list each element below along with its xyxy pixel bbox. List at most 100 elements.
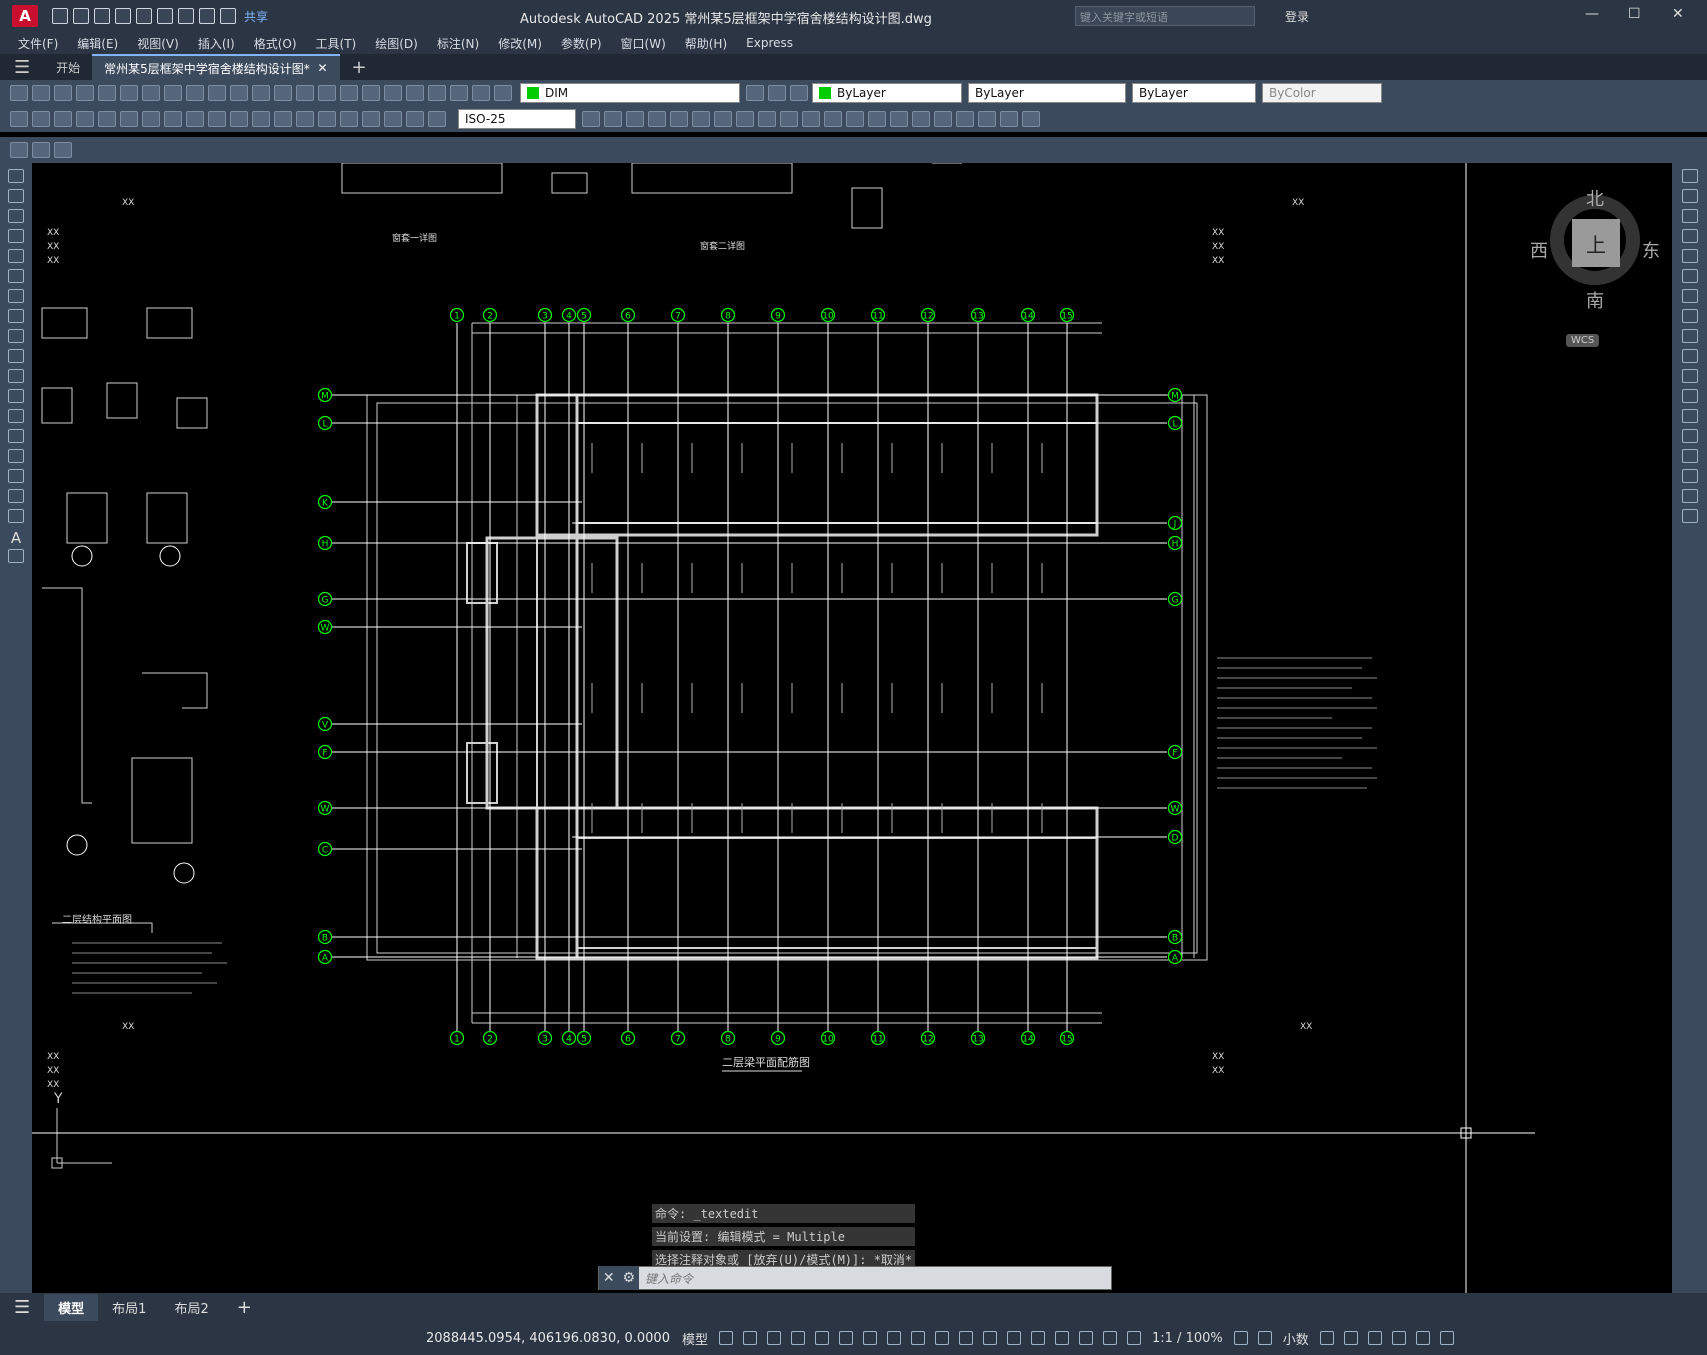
3d-osnap-icon[interactable] — [1007, 1331, 1021, 1345]
color-dropdown[interactable]: ByLayer — [812, 83, 962, 103]
undo-icon[interactable] — [199, 8, 215, 24]
command-input[interactable]: 键入命令 — [639, 1270, 1111, 1287]
modify-tool-16-icon[interactable] — [912, 111, 930, 127]
viewcube-west[interactable]: 西 — [1530, 237, 1548, 263]
command-line[interactable]: ✕ ⚙ 键入命令 — [598, 1266, 1112, 1290]
copy-icon[interactable] — [164, 85, 182, 101]
rotate-icon[interactable] — [1681, 289, 1698, 303]
quick-properties-icon[interactable] — [1319, 1331, 1334, 1345]
ordinate-icon[interactable] — [76, 111, 94, 127]
insert-block-icon[interactable] — [8, 389, 24, 403]
modify-tool-17-icon[interactable] — [934, 111, 952, 127]
erase-icon[interactable] — [1681, 169, 1698, 183]
close-icon[interactable]: ✕ — [1672, 6, 1684, 22]
annotation-monitor-icon[interactable] — [1257, 1331, 1272, 1345]
point-icon[interactable] — [8, 429, 24, 443]
tool-palette-icon[interactable] — [384, 85, 402, 101]
linear-dim-icon[interactable] — [10, 111, 28, 127]
plot-icon[interactable] — [76, 85, 94, 101]
close-command-icon[interactable]: ✕ — [603, 1270, 615, 1286]
autocad-logo-icon[interactable]: A — [12, 5, 38, 27]
units-dropdown[interactable]: 小数 — [1283, 1329, 1309, 1348]
viewcube-east[interactable]: 东 — [1642, 237, 1660, 263]
plotstyle-dropdown[interactable]: ByColor — [1262, 83, 1382, 103]
save-icon[interactable] — [54, 85, 72, 101]
sheet-set-icon[interactable] — [406, 85, 424, 101]
modify-tool-21-icon[interactable] — [1022, 111, 1040, 127]
tab-model[interactable]: 模型 — [44, 1293, 99, 1321]
customization-icon[interactable] — [1439, 1331, 1454, 1345]
publish-icon[interactable] — [120, 85, 138, 101]
annotation-visibility-icon[interactable] — [1103, 1331, 1117, 1345]
object-snap-tracking-icon[interactable] — [887, 1331, 901, 1345]
dim-update-icon[interactable] — [428, 111, 446, 127]
cut-icon[interactable] — [142, 85, 160, 101]
menu-parameters[interactable]: 参数(P) — [561, 35, 602, 52]
zoom-window-icon[interactable] — [318, 85, 336, 101]
dynamic-input-icon[interactable] — [791, 1331, 805, 1345]
stretch-icon[interactable] — [1681, 329, 1698, 343]
construction-line-icon[interactable] — [8, 189, 24, 203]
quick-dim-icon[interactable] — [186, 111, 204, 127]
circle-icon[interactable] — [8, 289, 24, 303]
zoom-icon[interactable] — [296, 85, 314, 101]
dim-edit-icon[interactable] — [384, 111, 402, 127]
rectangle-icon[interactable] — [8, 249, 24, 263]
continue-icon[interactable] — [230, 111, 248, 127]
viewcube-top-face[interactable]: 上 — [1572, 219, 1620, 267]
model-space-toggle[interactable]: 模型 — [682, 1329, 708, 1348]
modify-tool-5-icon[interactable] — [670, 111, 688, 127]
preview-icon[interactable] — [98, 85, 116, 101]
inspection-icon[interactable] — [340, 111, 358, 127]
chamfer-icon[interactable] — [1681, 449, 1698, 463]
redo-icon[interactable] — [220, 8, 236, 24]
snap-icon[interactable] — [743, 1331, 757, 1345]
hatch-icon[interactable] — [8, 449, 24, 463]
arc-length-icon[interactable] — [54, 111, 72, 127]
menu-tools[interactable]: 工具(T) — [316, 35, 357, 52]
isolate-objects-icon[interactable] — [1367, 1331, 1382, 1345]
menu-insert[interactable]: 插入(I) — [198, 35, 235, 52]
gradient-icon[interactable] — [8, 469, 24, 483]
modify-tool-3-icon[interactable] — [626, 111, 644, 127]
menu-modify[interactable]: 修改(M) — [498, 35, 542, 52]
lock-ui-icon[interactable] — [1343, 1331, 1358, 1345]
modify-tool-10-icon[interactable] — [780, 111, 798, 127]
menu-help[interactable]: 帮助(H) — [685, 35, 727, 52]
layer-properties-icon[interactable] — [472, 85, 490, 101]
modify-tool-8-icon[interactable] — [736, 111, 754, 127]
region-icon[interactable] — [8, 489, 24, 503]
menu-file[interactable]: 文件(F) — [18, 35, 58, 52]
add-layout-icon[interactable]: + — [223, 1293, 266, 1322]
modify-tool-1-icon[interactable] — [582, 111, 600, 127]
arc-icon[interactable] — [8, 269, 24, 283]
modify-tool-11-icon[interactable] — [802, 111, 820, 127]
menu-window[interactable]: 窗口(W) — [621, 35, 666, 52]
annotation-scale[interactable]: 1:1 / 100% — [1152, 1331, 1223, 1346]
layer-previous-icon[interactable] — [768, 85, 786, 101]
layout-menu-icon[interactable]: ☰ — [0, 1293, 44, 1322]
polar-icon[interactable] — [839, 1331, 853, 1345]
graphics-performance-icon[interactable] — [1391, 1331, 1406, 1345]
drawing-canvas[interactable]: 1 1 2 2 3 3 4 4 5 5 6 6 7 7 8 8 9 9 10 10 11 11 12 12 13 13 14 14 15… — [32, 163, 1672, 1293]
copy-object-icon[interactable] — [1681, 189, 1698, 203]
modify-tool-13-icon[interactable] — [846, 111, 864, 127]
layer-dropdown[interactable]: DIM — [520, 83, 740, 103]
clean-screen-icon[interactable] — [1415, 1331, 1430, 1345]
dimstyle-dropdown[interactable]: ISO-25 — [458, 109, 576, 129]
revcloud-icon[interactable] — [8, 309, 24, 323]
modify-tool-7-icon[interactable] — [714, 111, 732, 127]
menu-edit[interactable]: 编辑(E) — [77, 35, 118, 52]
modify-tool-9-icon[interactable] — [758, 111, 776, 127]
help-icon[interactable] — [450, 85, 468, 101]
pan-icon[interactable] — [274, 85, 292, 101]
menu-express[interactable]: Express — [746, 36, 793, 50]
tab-start[interactable]: 开始 — [44, 54, 92, 80]
jogged-linear-icon[interactable] — [362, 111, 380, 127]
modify-tool-4-icon[interactable] — [648, 111, 666, 127]
open-icon[interactable] — [32, 85, 50, 101]
modify-tool-19-icon[interactable] — [978, 111, 996, 127]
mirror-icon[interactable] — [1681, 209, 1698, 223]
break-icon[interactable] — [1681, 409, 1698, 423]
lineweight-dropdown[interactable]: ByLayer — [1132, 83, 1256, 103]
